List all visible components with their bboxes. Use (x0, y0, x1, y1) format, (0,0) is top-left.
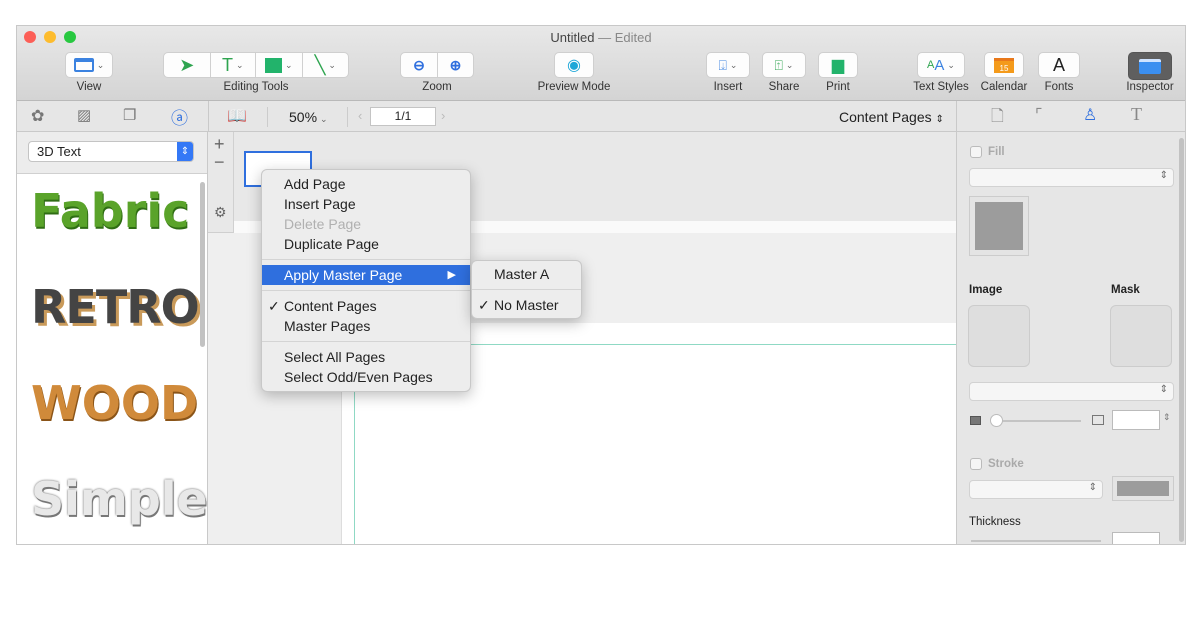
shapes-icon[interactable]: ❐ (123, 106, 136, 124)
brush-icon[interactable]: ♙ (1083, 105, 1097, 125)
checkmark-icon: ✓ (478, 297, 490, 313)
master-page-submenu: Master A ✓ No Master (471, 260, 582, 319)
thickness-field[interactable] (1112, 532, 1160, 544)
view-label: View (76, 81, 102, 93)
select-arrow-icon[interactable]: ➤ (164, 53, 210, 77)
scale-field[interactable] (1112, 410, 1160, 430)
print-label: Print (826, 81, 850, 93)
text-effects-icon[interactable]: ⓐ (171, 104, 188, 129)
gear-icon[interactable]: ⚙ (214, 204, 227, 221)
zoom-label: Zoom (422, 81, 452, 93)
menu-item-duplicate-page[interactable]: Duplicate Page (262, 234, 470, 254)
category-dropdown[interactable]: 3D Text ⇕ (28, 141, 194, 162)
calendar-button[interactable]: 15 (984, 52, 1024, 78)
text-styles-label: Text Styles (913, 81, 969, 93)
editing-tools-group: ➤ T ⌄ ⌄ ╲ ⌄ (163, 52, 349, 78)
effect-sample[interactable]: WOOD (31, 376, 198, 430)
sidebar-layout-icon (73, 58, 94, 72)
page-number-field[interactable]: 1/1 (370, 107, 436, 126)
calendar-icon: 15 (994, 57, 1014, 73)
share-label: Share (768, 81, 800, 93)
effect-sample[interactable]: RETRO (31, 280, 200, 334)
document-icon[interactable]: 🗋 (991, 105, 1004, 132)
image-label: Image (969, 284, 1003, 296)
previous-page-button[interactable]: ‹ (358, 108, 362, 123)
stroke-checkbox[interactable]: Stroke (970, 458, 1024, 470)
tile-icon (1092, 415, 1104, 425)
inspector-icon (1139, 58, 1161, 74)
line-tool-icon[interactable]: ╲ ⌄ (301, 53, 349, 77)
menu-item-insert-page[interactable]: Insert Page (262, 194, 470, 214)
ruler-icon[interactable]: ⌜ (1035, 105, 1043, 125)
menu-item-apply-master-page[interactable]: Apply Master Page ▶ (262, 265, 470, 285)
menu-item-master-pages[interactable]: Master Pages (262, 316, 470, 336)
menu-item-no-master[interactable]: ✓ No Master (472, 295, 581, 315)
stepper[interactable]: ⇕ (1163, 412, 1171, 423)
preview-mode-label: Preview Mode (537, 81, 611, 93)
submenu-arrow-icon: ▶ (447, 269, 456, 281)
menu-item-select-odd-even-pages[interactable]: Select Odd/Even Pages (262, 367, 470, 387)
checkmark-icon: ✓ (268, 298, 280, 314)
context-menu: Add Page Insert Page Delete Page Duplica… (261, 169, 471, 392)
share-icon[interactable]: ⍐ ⌄ (762, 52, 806, 78)
inspector-panel: Fill ⇕ Image Mask ⇕ ⇕ Stroke ⇕ Thickness (956, 132, 1185, 544)
remove-page-button[interactable]: − (214, 152, 225, 173)
zoom-level-dropdown[interactable]: 50% ⌄ (289, 109, 328, 125)
page-type-dropdown[interactable]: Content Pages ⇕ (839, 109, 944, 125)
image-well[interactable] (968, 305, 1030, 367)
fill-color-well[interactable] (969, 196, 1029, 256)
fill-type-dropdown[interactable]: ⇕ (969, 168, 1174, 187)
app-window: Untitled — Edited ⌄ View ➤ T ⌄ ⌄ ╲ ⌄ Editi… (16, 25, 1186, 545)
scrollbar[interactable] (200, 182, 205, 347)
fill-checkbox[interactable]: Fill (970, 146, 1005, 158)
calendar-label: Calendar (980, 81, 1028, 93)
image-mode-dropdown[interactable]: ⇕ (969, 382, 1174, 401)
text-tool-icon[interactable]: T ⌄ (209, 53, 256, 77)
menu-item-select-all-pages[interactable]: Select All Pages (262, 347, 470, 367)
insert-label: Insert (713, 81, 743, 93)
image-icon[interactable]: ▨ (77, 106, 91, 124)
effects-sidebar: 3D Text ⇕ Fabric RETRO WOOD Simple (17, 132, 208, 544)
printer-icon[interactable]: ▆ (818, 52, 858, 78)
effect-sample[interactable]: Simple (31, 472, 208, 526)
editing-tools-label: Editing Tools (223, 81, 289, 93)
menu-item-delete-page: Delete Page (284, 216, 362, 232)
shape-tool-icon[interactable]: ⌄ (255, 53, 302, 77)
menu-item-content-pages[interactable]: ✓ Content Pages (262, 296, 470, 316)
scale-slider[interactable] (993, 420, 1081, 422)
slider-knob[interactable] (990, 414, 1003, 427)
flower-icon[interactable]: ✿ (31, 106, 44, 126)
stroke-color-well[interactable] (1112, 476, 1174, 501)
mask-label: Mask (1111, 284, 1140, 296)
thickness-slider[interactable] (971, 540, 1101, 542)
scrollbar[interactable] (1179, 138, 1184, 542)
secondary-toolbar: ✿ ▨ ❐ ⓐ 📖 50% ⌄ ‹ 1/1 › Content Pages ⇕ 🗋… (17, 101, 1185, 132)
inspector-label: Inspector (1126, 81, 1174, 93)
fonts-label: Fonts (1044, 81, 1074, 93)
inspector-button[interactable] (1128, 52, 1172, 80)
menu-item-master-a[interactable]: Master A (472, 264, 581, 284)
book-view-icon[interactable]: 📖 (227, 106, 247, 126)
next-page-button[interactable]: › (441, 108, 445, 123)
thickness-label: Thickness (969, 516, 1021, 528)
stroke-style-dropdown[interactable]: ⇕ (969, 480, 1103, 499)
view-button[interactable]: ⌄ (65, 52, 113, 78)
insert-icon[interactable]: ⍗ ⌄ (706, 52, 750, 78)
toolbar: Untitled — Edited ⌄ View ➤ T ⌄ ⌄ ╲ ⌄ Editi… (17, 26, 1185, 101)
mask-well[interactable] (1110, 305, 1172, 367)
zoom-group: ⊖ ⊕ (400, 52, 474, 78)
zoom-in-icon[interactable]: ⊕ (436, 53, 473, 77)
text-icon[interactable]: T (1131, 104, 1142, 125)
eye-icon[interactable]: ◉ (554, 52, 594, 78)
zoom-out-icon[interactable]: ⊖ (401, 53, 437, 77)
menu-item-add-page[interactable]: Add Page (262, 174, 470, 194)
window-title: Untitled — Edited (550, 30, 652, 45)
effect-sample[interactable]: Fabric (31, 184, 189, 238)
text-styles-icon[interactable]: A A ⌄ (917, 52, 965, 78)
fonts-icon[interactable]: A (1038, 52, 1080, 78)
